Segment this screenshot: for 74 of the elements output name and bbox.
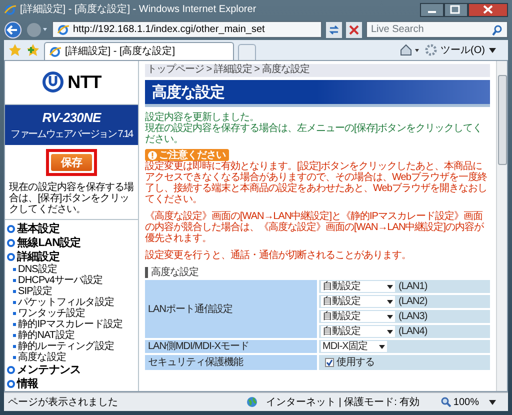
ie-icon[interactable] xyxy=(4,4,16,16)
logo-icon xyxy=(42,71,64,94)
notice-label: ご注意ください xyxy=(159,150,226,161)
maximize-button[interactable] xyxy=(444,2,468,17)
bullet-icon xyxy=(13,356,16,360)
add-favorite-icon xyxy=(26,43,40,58)
caret-icon[interactable] xyxy=(489,48,496,53)
info-message: 現在の設定内容を保存する場合は、左メニューの[保存]ボタンをクリックしてください。 xyxy=(145,123,484,146)
save-note: 現在の設定内容を保存する場合は、[保存]ボタンをクリックしてください。 xyxy=(5,176,138,220)
browser-tab[interactable]: [詳細設定] - [高度な設定] xyxy=(44,42,234,60)
bullet-icon xyxy=(13,323,16,326)
page-icon xyxy=(49,46,61,58)
menu-link[interactable]: 情報 xyxy=(17,376,38,392)
dropdown[interactable]: 自動設定 xyxy=(320,281,394,292)
caret-icon[interactable] xyxy=(386,300,392,304)
firmware-version: ファームウェアバージョン 7.14 xyxy=(10,128,132,142)
breadcrumb: トップページ > 詳細設定 > 高度な設定 xyxy=(145,64,490,78)
zoom-button[interactable]: 100% xyxy=(441,394,496,410)
window-title: [詳細設定] - [高度な設定] - Windows Internet Explorer xyxy=(20,2,258,18)
search-icon[interactable] xyxy=(491,24,503,36)
scrollbar[interactable] xyxy=(496,61,507,392)
bullet-icon xyxy=(13,301,16,304)
model-name: RV-230NE xyxy=(42,108,101,127)
bullet-icon xyxy=(13,290,16,294)
caret-icon[interactable] xyxy=(386,330,392,334)
caret-icon[interactable] xyxy=(378,344,384,349)
dropdown[interactable]: MDI-X固定 xyxy=(320,341,386,352)
caret-icon[interactable] xyxy=(386,284,392,289)
gear-icon[interactable] xyxy=(424,44,437,56)
minimize-button[interactable] xyxy=(420,2,444,17)
submenu-link[interactable]: DNS設定 xyxy=(18,262,58,278)
warning-text: 設定変更は即時に有効となります。[設定]ボタンをクリックしたあと、本商品にアクセスできなくなる場合がありますので、その場合は、Webブラウザを一度終了し、接続する端末と本商品の設定をあわせたあと、Webブラウザを開きなおしてください。 xyxy=(145,161,488,206)
refresh-icon[interactable] xyxy=(326,22,342,38)
page-icon xyxy=(57,24,69,36)
table-cell: セキュリティ保護機能 xyxy=(145,355,316,370)
scrollbar-thumb[interactable] xyxy=(498,75,506,166)
bullet-icon xyxy=(13,268,16,272)
port-label: (LAN4) xyxy=(398,326,428,338)
page-heading: 高度な設定 xyxy=(145,80,490,108)
table-cell: LANポート通信設定 xyxy=(145,280,316,338)
table-cell: LAN側MDI/MDI-Xモード xyxy=(145,340,316,354)
port-label: (LAN1) xyxy=(398,281,428,292)
bullet-icon xyxy=(13,312,16,316)
caret-icon[interactable] xyxy=(386,314,392,319)
star-icon[interactable] xyxy=(8,43,22,58)
bullet-icon xyxy=(13,345,16,348)
magnifier-icon[interactable] xyxy=(441,397,452,408)
port-label: (LAN2) xyxy=(398,296,428,308)
menu-link[interactable]: 無線LAN設定 xyxy=(17,235,81,252)
stop-icon[interactable] xyxy=(346,22,362,38)
back-icon[interactable] xyxy=(4,20,22,39)
home-icon[interactable] xyxy=(398,43,421,58)
port-label: (LAN3) xyxy=(398,311,428,322)
warning-text: 設定変更を行うと、通話・通信が切断されることがあります。 xyxy=(145,250,412,262)
status-message: ページが表示されました xyxy=(8,396,119,410)
bullet-icon xyxy=(13,279,16,282)
globe-icon xyxy=(246,396,258,408)
warning-text: 《高度な設定》画面の[WAN→LAN中継設定]と《静的IPマスカレード設定》画面の内容が競合した場合は、《高度な設定》画面の[WAN→LAN中継設定]の内容が優先されます。 xyxy=(145,211,485,244)
checkbox[interactable] xyxy=(324,358,334,368)
minimize-icon xyxy=(428,11,436,14)
tools-menu-button[interactable]: ツール(O) xyxy=(424,42,496,58)
checkbox-label: 使用する xyxy=(336,357,374,368)
status-zone: インターネット | 保護モード: 有効 xyxy=(266,396,421,410)
info-message: 設定内容を更新しました。 xyxy=(145,112,259,124)
bullet-icon xyxy=(13,334,16,338)
logo-text: NTT xyxy=(68,70,102,94)
dropdown[interactable]: 自動設定 xyxy=(320,311,394,322)
close-button[interactable] xyxy=(468,2,508,17)
dropdown[interactable]: 自動設定 xyxy=(320,326,394,338)
address-field[interactable]: http://192.168.1.1/index.cgi/other_main_set xyxy=(52,21,322,38)
dropdown[interactable]: 自動設定 xyxy=(320,296,394,308)
caret-icon[interactable] xyxy=(489,400,496,405)
menu-link[interactable]: 基本設定 xyxy=(17,221,60,238)
search-field[interactable]: Live Search xyxy=(366,21,508,38)
